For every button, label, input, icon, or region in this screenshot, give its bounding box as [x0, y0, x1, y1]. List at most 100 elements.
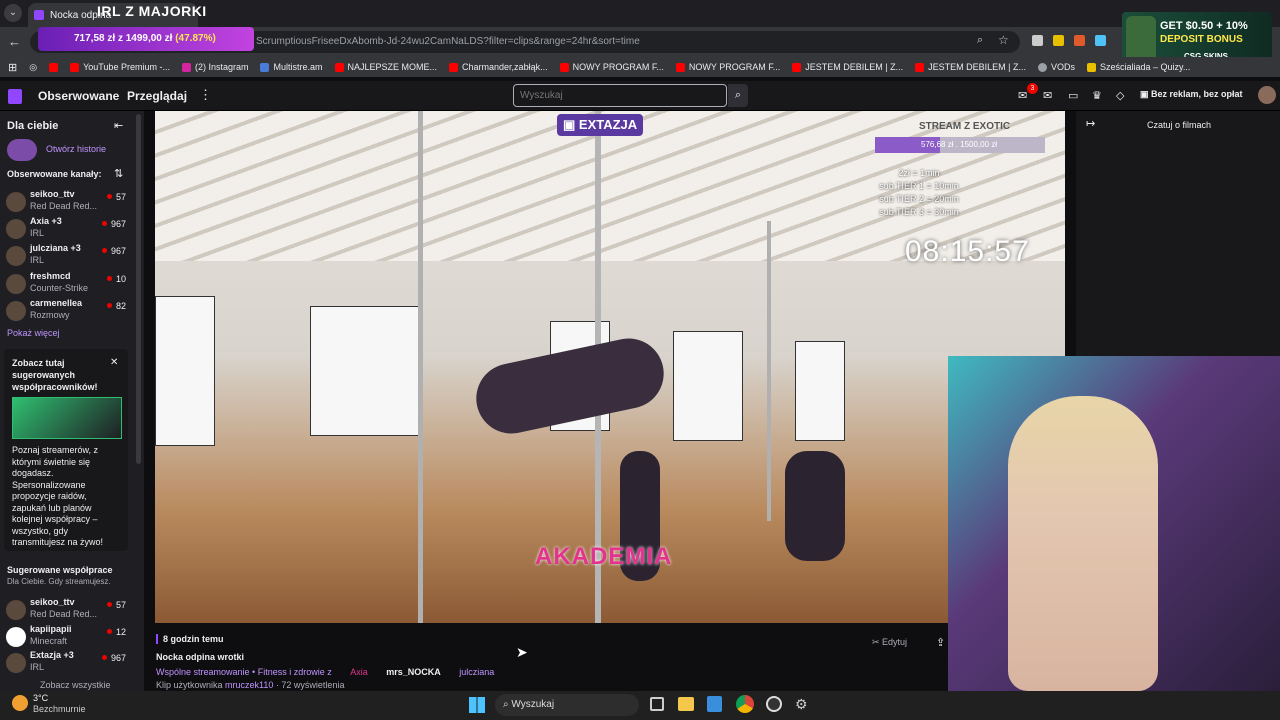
prime-icon[interactable]: ♛ — [1092, 89, 1102, 102]
no-ads-button[interactable]: ▣ Bez reklam, bez opłat — [1140, 89, 1243, 100]
chat-icon[interactable]: ▭ — [1068, 89, 1078, 102]
edit-clip-button[interactable]: ✂ Edytuj — [872, 637, 907, 648]
windows-taskbar: 3°C Bezchmurnie ⌕ Wyszukaj ⚙ — [0, 691, 1280, 720]
sidebar-channel[interactable]: carmenellea Rozmowy 82 — [6, 298, 136, 324]
collapse-sidebar-icon[interactable]: ⇤ — [114, 119, 123, 132]
bookmark-item[interactable]: JESTEM DEBILEM | Z... — [792, 62, 903, 72]
bookmark-item[interactable]: (2) Instagram — [181, 62, 248, 72]
bookmark-item[interactable]: NAJLEPSZE MOME... — [334, 62, 437, 72]
collab-user[interactable]: mrs_NOCKA — [386, 667, 441, 677]
viewer-count: 967 — [102, 246, 126, 256]
weather-desc[interactable]: Bezchmurnie — [33, 704, 86, 714]
clip-credit-text: Klip użytkownika — [156, 680, 223, 690]
donation-goal-banner: 717,58 zł z 1499,00 zł (47.87%) — [38, 27, 254, 51]
user-avatar[interactable] — [1258, 86, 1276, 104]
window-image — [673, 331, 743, 441]
bookmark-item[interactable] — [49, 62, 59, 72]
chat-panel-label: Czatuj o filmach — [1147, 120, 1212, 130]
channel-name: Extazja +3 — [30, 650, 74, 660]
left-sidebar: Dla ciebie ⇤ Otwórz historie Obserwowane… — [0, 111, 144, 691]
tab-menu-button[interactable]: ⌄ — [4, 4, 22, 22]
close-icon[interactable]: ✕ — [110, 357, 118, 368]
weather-temp[interactable]: 3°C — [33, 693, 48, 703]
clipper-link[interactable]: mruczek110 — [225, 680, 273, 690]
bookmark-item[interactable]: Charmander,zabłąk... — [449, 62, 548, 72]
extension-icon[interactable] — [1074, 35, 1085, 46]
bookmark-item[interactable]: Multistre.am — [260, 62, 323, 72]
channel-game: Red Dead Red... — [30, 609, 98, 619]
bookmark-item[interactable]: YouTube Premium -... — [70, 62, 170, 72]
donation-amount: 717,58 zł — [74, 33, 116, 44]
sub-rate: 2zł = 1min — [898, 168, 940, 178]
apps-grid-icon[interactable]: ⊞ — [8, 61, 17, 74]
avatar — [6, 301, 26, 321]
bookmark-item[interactable]: JESTEM DEBILEM | Z... — [915, 62, 1026, 72]
bookmark-star-icon[interactable]: ☆ — [998, 33, 1009, 47]
expand-panel-icon[interactable]: ↦ — [1086, 117, 1095, 130]
open-stories-link[interactable]: Otwórz historie — [46, 144, 106, 154]
promo-image — [12, 397, 122, 439]
donation-percent: (47.87%) — [175, 33, 216, 44]
show-more-link[interactable]: Pokaż więcej — [7, 328, 60, 338]
followed-channels-heading: Obserwowane kanały: — [7, 169, 102, 179]
sidebar-scrollbar[interactable] — [136, 114, 141, 464]
collab-user[interactable]: Axia — [350, 667, 368, 677]
stories-avatar[interactable] — [7, 139, 37, 161]
twitch-top-bar: Obserwowane Przeglądaj ⋮ ⌕ ✉ 3 ✉ ▭ ♛ ◇ ▣… — [0, 81, 1280, 111]
obs-icon[interactable] — [766, 696, 782, 712]
task-view-icon[interactable] — [650, 697, 664, 711]
store-icon[interactable] — [707, 696, 722, 712]
sidebar-channel[interactable]: Axia +3 IRL 967 — [6, 216, 136, 242]
bookmark-item[interactable]: Sześcialiada – Quizy... — [1087, 62, 1190, 72]
bookmark-item[interactable]: NOWY PROGRAM F... — [675, 62, 780, 72]
ad-mascot-image — [1126, 16, 1156, 62]
search-input[interactable] — [513, 84, 727, 107]
suggested-channel[interactable]: Extazja +3 IRL 967 — [6, 650, 136, 676]
view-count: · 72 wyświetlenia — [275, 680, 345, 690]
see-all-link[interactable]: Zobacz wszystkie — [40, 680, 111, 690]
shared-stream-text: Wspólne streamowanie • Fitness i zdrowie… — [156, 667, 332, 677]
chrome-icon[interactable] — [736, 695, 754, 713]
back-arrow-icon[interactable]: ← — [8, 34, 21, 49]
inbox-icon[interactable]: ✉ — [1018, 89, 1027, 102]
video-player[interactable]: ▣ EXTAZJA STREAM Z EXOTIC 576,68 zł . 15… — [155, 111, 1065, 623]
channel-game: Rozmowy — [30, 310, 70, 320]
zoom-icon[interactable]: ⌕ — [977, 34, 983, 47]
goal-bar-text: 576,68 zł . 1500,00 zł — [921, 140, 998, 149]
suggested-channel[interactable]: seikoo_ttv Red Dead Red... 57 — [6, 597, 136, 623]
extensions-area[interactable] — [1032, 35, 1122, 49]
file-explorer-icon[interactable] — [678, 697, 694, 711]
suggested-channel[interactable]: kapiipapii Minecraft 12 — [6, 624, 136, 650]
more-menu-icon[interactable]: ⋮ — [199, 87, 212, 103]
ad-line-2: DEPOSIT BONUS — [1160, 34, 1243, 45]
sidebar-channel[interactable]: freshmcd Counter-Strike 10 — [6, 271, 136, 297]
extazja-logo: ▣ EXTAZJA — [557, 114, 644, 136]
nav-followed[interactable]: Obserwowane — [38, 89, 119, 103]
collab-user[interactable]: julcziana — [459, 667, 494, 677]
nav-browse[interactable]: Przeglądaj — [127, 89, 187, 103]
sidebar-channel[interactable]: seikoo_ttv Red Dead Red... 57 — [6, 189, 136, 215]
windows-start-icon[interactable] — [469, 697, 485, 713]
sidebar-channel[interactable]: julcziana +3 IRL 967 — [6, 243, 136, 269]
search-button[interactable]: ⌕ — [728, 84, 748, 107]
extension-icon[interactable] — [1053, 35, 1064, 46]
extension-icon[interactable] — [1095, 35, 1106, 46]
settings-gear-icon[interactable]: ⚙ — [795, 696, 808, 713]
taskbar-search[interactable]: ⌕ Wyszukaj — [495, 694, 639, 716]
bookmark-item[interactable]: VODs — [1037, 62, 1075, 72]
bookmarks-bar: ⊞ ◎ YouTube Premium -... (2) Instagram M… — [0, 57, 1280, 77]
akademia-logo: AKADEMIA — [535, 543, 673, 570]
promo-body: Poznaj streamerów, z którymi świetnie si… — [12, 445, 104, 547]
viewer-count: 967 — [102, 219, 126, 229]
whispers-icon[interactable]: ✉ — [1043, 89, 1052, 102]
window-image — [155, 296, 215, 446]
twitch-logo-icon[interactable] — [8, 89, 22, 104]
channel-game: IRL — [30, 255, 45, 265]
channel-name: seikoo_ttv — [30, 189, 75, 199]
sort-icon[interactable]: ⇅ — [114, 167, 123, 180]
share-icon[interactable]: ⇪ — [936, 636, 945, 649]
extension-icon[interactable] — [1032, 35, 1043, 46]
bits-icon[interactable]: ◇ — [1116, 89, 1124, 102]
bookmark-icon[interactable]: ◎ — [29, 62, 37, 73]
bookmark-item[interactable]: NOWY PROGRAM F... — [559, 62, 664, 72]
